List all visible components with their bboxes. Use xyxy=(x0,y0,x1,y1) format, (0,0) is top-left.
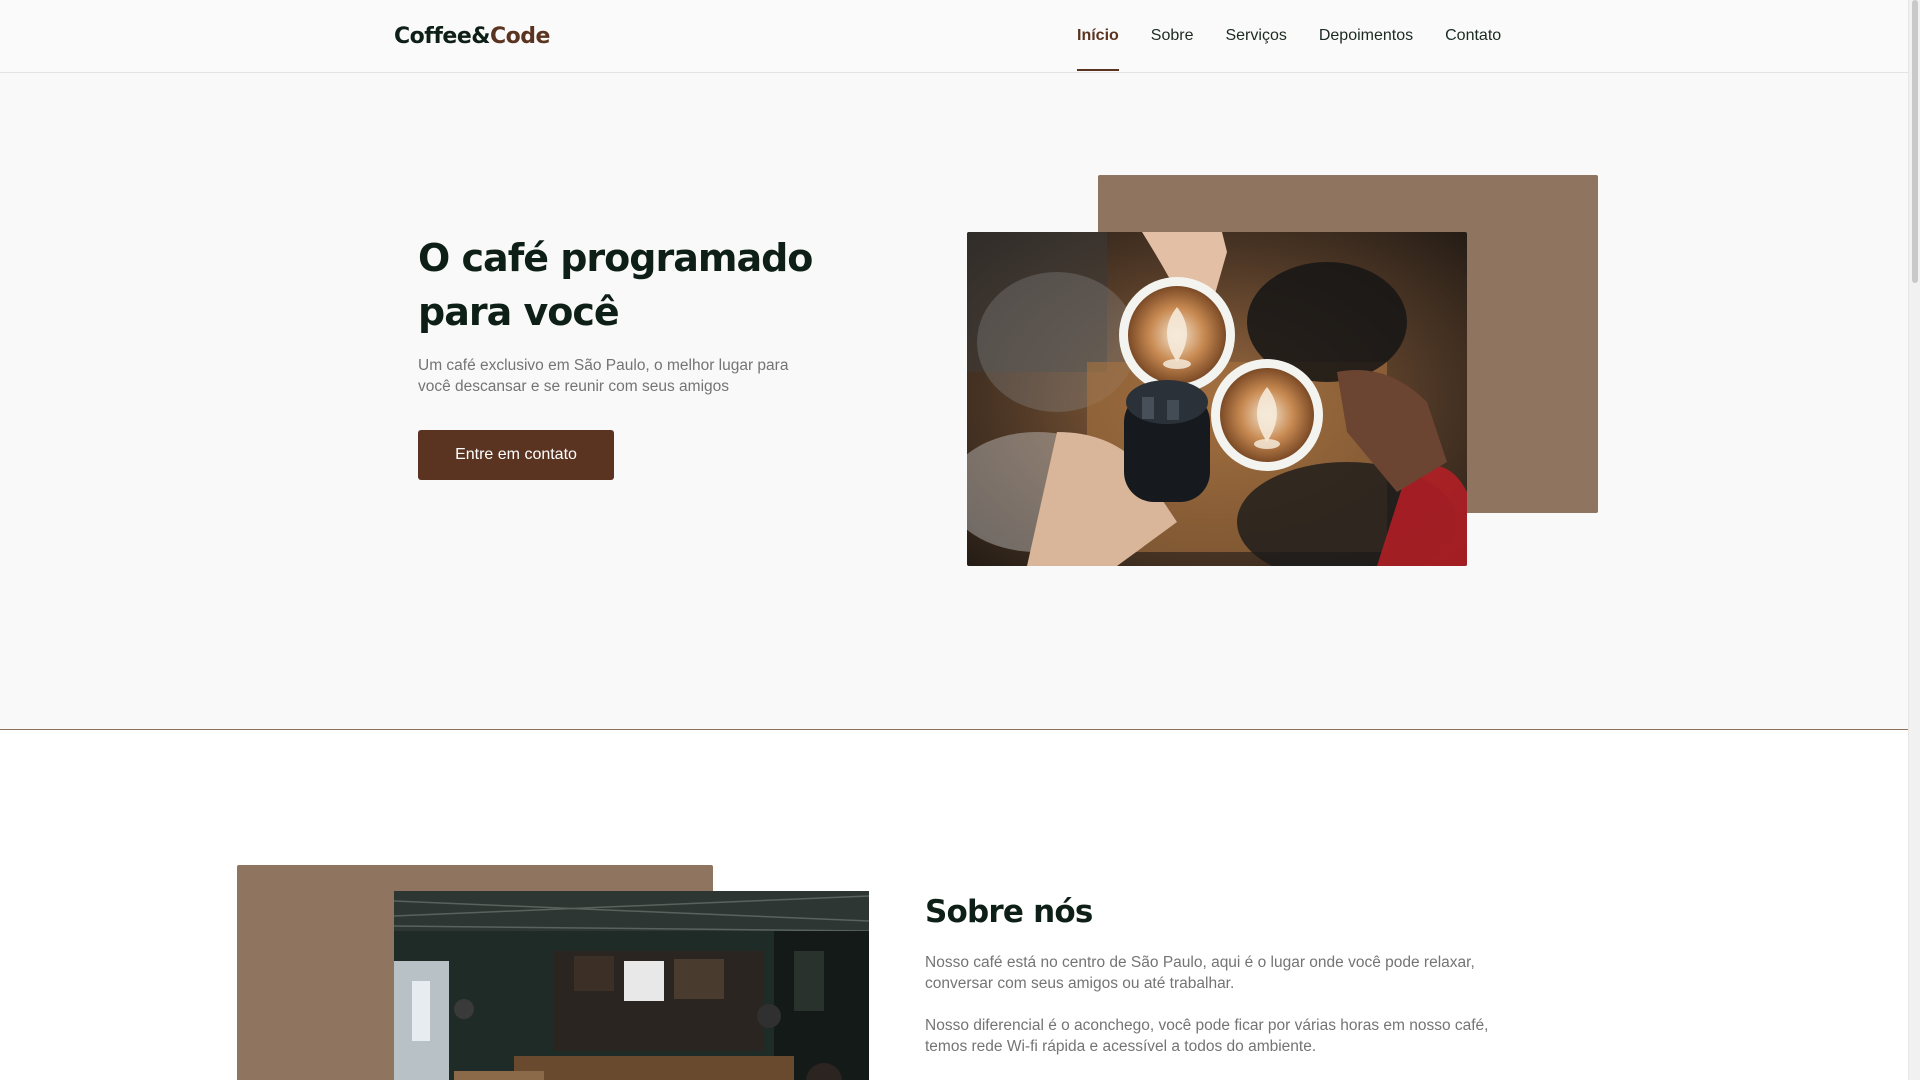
about-paragraph-1: Nosso café está no centro de São Paulo, … xyxy=(925,954,1475,992)
nav-link-inicio[interactable]: Início xyxy=(1077,0,1119,72)
about-title: Sobre nós xyxy=(925,894,1093,930)
cafe-interior-illustration xyxy=(394,891,869,1080)
main-nav: Início Sobre Serviços Depoimentos Contat… xyxy=(1077,0,1501,72)
about-cafe-photo xyxy=(394,891,869,1080)
coffee-cups-illustration xyxy=(967,232,1467,566)
site-header: Coffee&Code Início Sobre Serviços Depoim… xyxy=(0,0,1908,73)
hero-coffee-photo xyxy=(967,232,1467,566)
nav-link-sobre[interactable]: Sobre xyxy=(1151,0,1194,72)
page-scrollbar[interactable] xyxy=(1908,0,1920,1080)
nav-link-servicos[interactable]: Serviços xyxy=(1225,0,1286,72)
contact-button[interactable]: Entre em contato xyxy=(418,430,614,480)
logo-text-code: Code xyxy=(489,24,550,49)
about-paragraph-2: Nosso diferencial é o aconchego, você po… xyxy=(925,1017,1489,1055)
nav-link-contato[interactable]: Contato xyxy=(1445,0,1501,72)
nav-link-depoimentos[interactable]: Depoimentos xyxy=(1319,0,1413,72)
hero-description: Um café exclusivo em São Paulo, o melhor… xyxy=(418,357,789,395)
logo-text-coffee: Coffee& xyxy=(394,24,490,49)
hero-title: O café programado para você xyxy=(418,236,813,334)
scrollbar-thumb[interactable] xyxy=(1912,0,1918,283)
site-logo[interactable]: Coffee&Code xyxy=(394,22,550,52)
hero-section: O café programado para você Um café excl… xyxy=(0,73,1908,730)
